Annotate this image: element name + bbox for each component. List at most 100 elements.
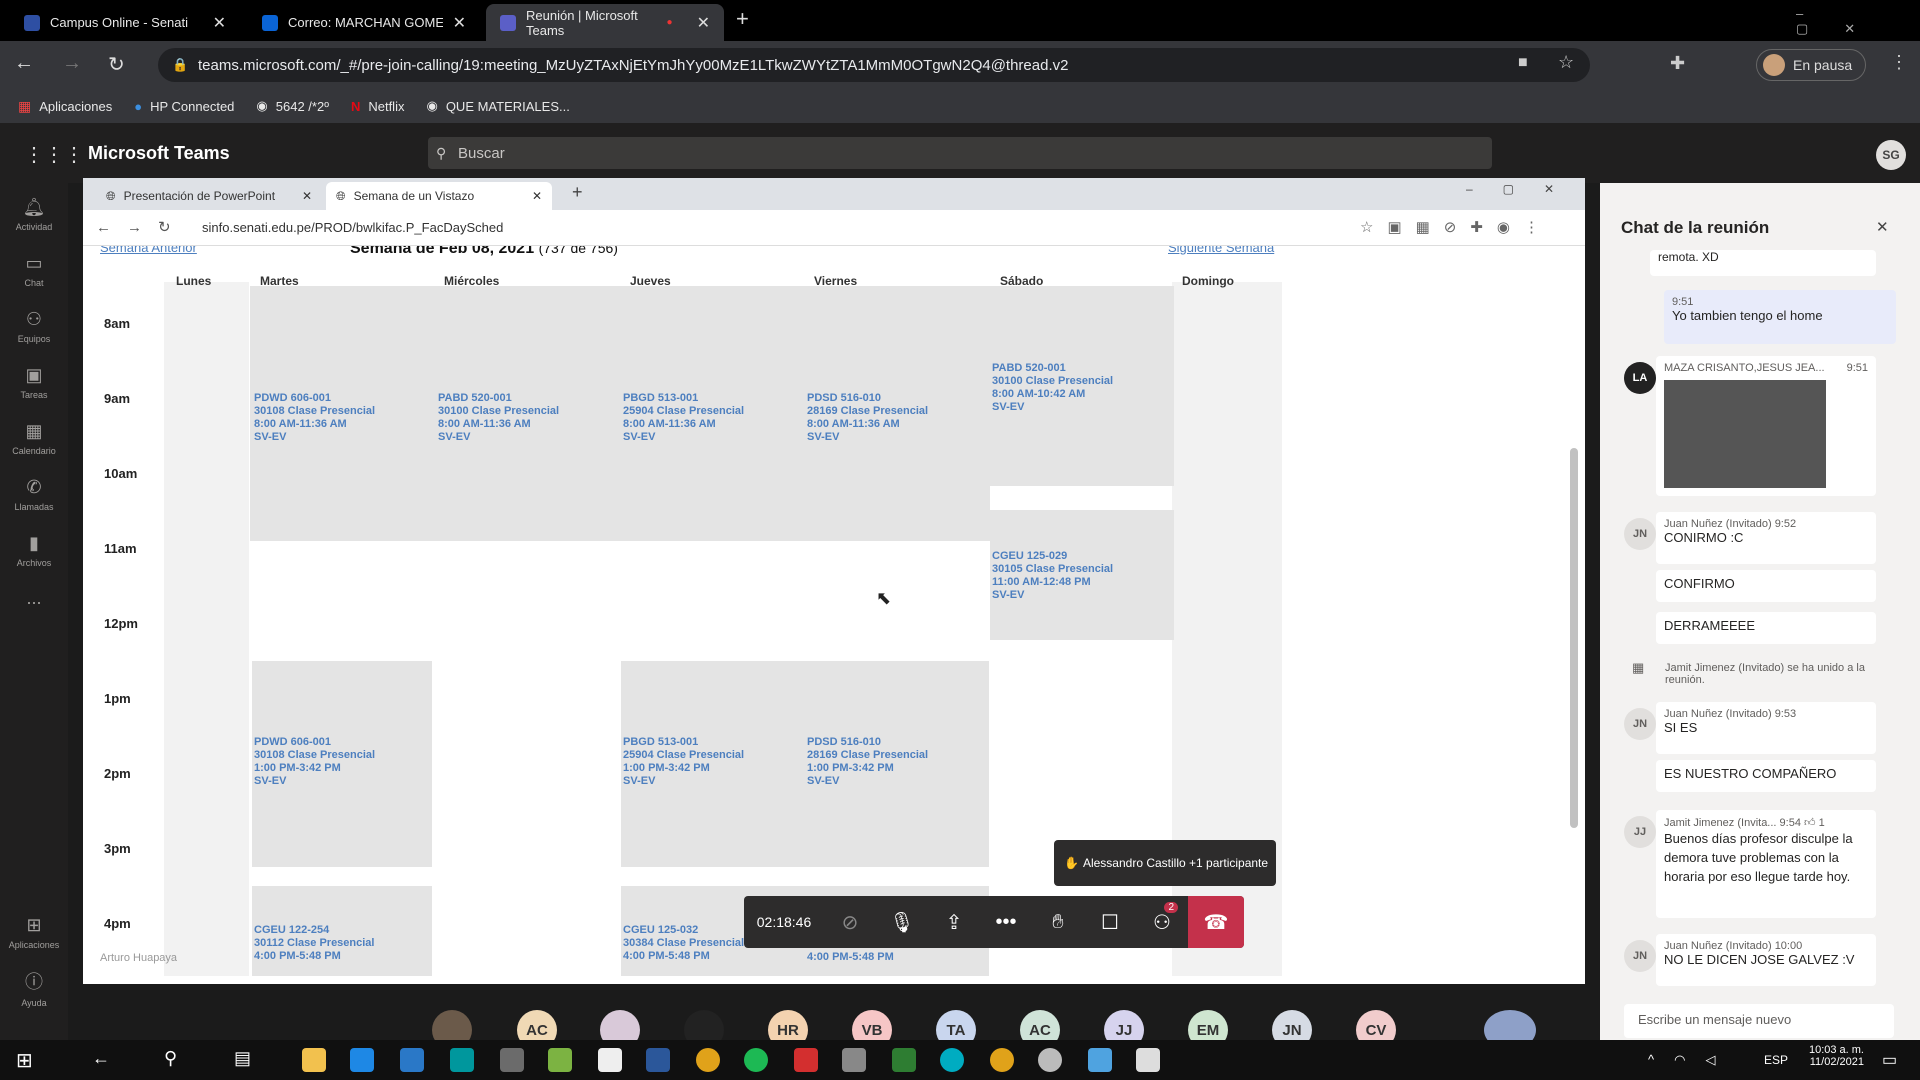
profile-button[interactable]: En pausa xyxy=(1756,49,1866,81)
class-entry[interactable]: CGEU 122-254 30112 Clase Presencial 4:00… xyxy=(254,924,374,963)
shared-tab-powerpoint[interactable]: 🌐︎ Presentación de PowerPoint ✕ xyxy=(96,182,322,210)
shared-image[interactable] xyxy=(1664,380,1826,488)
close-icon[interactable]: ✕ xyxy=(213,13,226,33)
acrobat-icon[interactable] xyxy=(794,1048,818,1072)
window-controls[interactable]: –▢✕ xyxy=(1796,6,1920,37)
class-entry[interactable]: PABD 520-001 30100 Clase Presencial 8:00… xyxy=(992,362,1113,414)
camera-off-button[interactable]: ⊘ xyxy=(824,896,876,948)
rail-calls[interactable]: ✆ Llamadas xyxy=(0,466,68,522)
app-icon[interactable] xyxy=(548,1048,572,1072)
class-entry[interactable]: PABD 520-001 30100 Clase Presencial 8:00… xyxy=(438,392,559,444)
user-avatar[interactable]: SG xyxy=(1876,140,1906,170)
class-entry[interactable]: PDSD 516-010 28169 Clase Presencial 1:00… xyxy=(807,736,928,788)
close-icon[interactable]: ✕ xyxy=(453,13,466,33)
rail-apps[interactable]: ⊞ Aplicaciones xyxy=(0,904,68,960)
more-actions-button[interactable]: ••• xyxy=(980,896,1032,948)
rail-teams[interactable]: ⚇ Equipos xyxy=(0,298,68,354)
search-icon: ⚲ xyxy=(436,144,447,161)
app-icon[interactable] xyxy=(940,1048,964,1072)
app-icon[interactable] xyxy=(1136,1048,1160,1072)
share-screen-button[interactable]: ⇪ xyxy=(928,896,980,948)
close-icon[interactable]: ✕ xyxy=(532,189,542,203)
chat-toggle-button[interactable]: ☐ xyxy=(1084,896,1136,948)
document-icon[interactable] xyxy=(598,1048,622,1072)
app-icon[interactable] xyxy=(500,1048,524,1072)
shared-window-controls[interactable]: –▢✕ xyxy=(1466,182,1584,196)
browser-tab-mail[interactable]: Correo: MARCHAN GOMEZ,SE✕ xyxy=(248,4,480,41)
close-icon[interactable]: ✕ xyxy=(302,189,312,203)
file-explorer-icon[interactable] xyxy=(302,1048,326,1072)
new-tab-button[interactable]: + xyxy=(736,6,749,32)
settings-icon[interactable] xyxy=(1038,1048,1062,1072)
monday-column xyxy=(164,282,249,976)
address-bar[interactable]: 🔒 teams.microsoft.com/_#/pre-join-calling… xyxy=(158,48,1590,82)
close-icon[interactable]: ✕ xyxy=(697,13,710,33)
hang-up-button[interactable]: ☎ xyxy=(1188,896,1244,948)
shared-url[interactable]: sinfo.senati.edu.pe/PROD/bwlkifac.P_FacD… xyxy=(202,220,503,235)
app-launcher-icon[interactable]: ⋮⋮⋮ xyxy=(24,142,84,167)
notifications-icon[interactable]: ▭ xyxy=(1882,1050,1897,1070)
task-view-icon[interactable]: ▤ xyxy=(234,1048,251,1069)
bookmark-materiales[interactable]: ◉ QUE MATERIALES... xyxy=(426,98,569,114)
extensions-icon[interactable]: ✚ xyxy=(1670,53,1685,74)
rail-chat[interactable]: ▭ Chat xyxy=(0,242,68,298)
close-chat-icon[interactable]: ✕ xyxy=(1876,218,1889,236)
bell-icon: 🔔︎ xyxy=(22,196,46,217)
rail-tasks[interactable]: ▣ Tareas xyxy=(0,354,68,410)
shared-new-tab[interactable]: + xyxy=(572,182,583,203)
vscode-icon[interactable] xyxy=(400,1048,424,1072)
class-entry[interactable]: PDSD 516-010 28169 Clase Presencial 8:00… xyxy=(807,392,928,444)
windows-start-icon[interactable]: ⊞ xyxy=(16,1048,33,1073)
chrome-icon[interactable] xyxy=(696,1048,720,1072)
back-icon[interactable]: ← xyxy=(92,1048,110,1069)
arduino-icon[interactable] xyxy=(450,1048,474,1072)
camera-blocked-icon[interactable]: ■ xyxy=(1518,54,1528,72)
next-week-link[interactable]: Siguiente Semana xyxy=(1168,246,1274,255)
briefcase-icon: ▣ xyxy=(25,364,43,385)
rail-activity[interactable]: 🔔︎ Actividad xyxy=(0,186,68,242)
class-entry[interactable]: 4:00 PM-5:48 PM xyxy=(807,951,894,964)
mic-off-button[interactable]: 🎙︎ xyxy=(876,896,928,948)
app-icon[interactable] xyxy=(1088,1048,1112,1072)
app-icon[interactable] xyxy=(842,1048,866,1072)
raised-hand-notice[interactable]: ✋ Alessandro Castillo +1 participante xyxy=(1054,840,1276,886)
search-icon[interactable]: ⚲ xyxy=(164,1048,177,1069)
app-icon[interactable] xyxy=(892,1048,916,1072)
language-indicator[interactable]: ESP xyxy=(1764,1053,1788,1067)
prev-week-link[interactable]: Semana Anterior xyxy=(100,246,197,255)
word-icon[interactable] xyxy=(646,1048,670,1072)
shared-tab-schedule[interactable]: 🌐︎ Semana de un Vistazo ✕ xyxy=(326,182,552,210)
bookmark-5642[interactable]: ◉ 5642 /*2º xyxy=(256,98,329,114)
participants-button[interactable]: ⚇ 2 xyxy=(1136,896,1188,948)
bookmark-hp[interactable]: ● HP Connected xyxy=(134,99,234,114)
chat-compose-input[interactable]: Escribe un mensaje nuevo xyxy=(1624,1004,1894,1038)
shared-scrollbar[interactable] xyxy=(1570,448,1578,828)
bookmark-netflix[interactable]: N Netflix xyxy=(351,99,405,114)
class-entry[interactable]: PBGD 513-001 25904 Clase Presencial 1:00… xyxy=(623,736,744,788)
recording-dot-icon: ● xyxy=(666,17,673,28)
clock[interactable]: 10:03 a. m. 11/02/2021 xyxy=(1802,1044,1864,1068)
browser-tab-teams[interactable]: Reunión | Microsoft Teams ● ✕ xyxy=(486,4,724,41)
class-entry[interactable]: PDWD 606-001 30108 Clase Presencial 1:00… xyxy=(254,736,375,788)
browser-tab-campus[interactable]: Campus Online - Senati ✕ xyxy=(10,4,240,41)
forward-icon[interactable]: → xyxy=(62,52,82,75)
chrome-icon[interactable] xyxy=(990,1048,1014,1072)
spotify-icon[interactable] xyxy=(744,1048,768,1072)
edge-icon[interactable] xyxy=(350,1048,374,1072)
bookmark-apps[interactable]: ▦ Aplicaciones xyxy=(18,98,112,115)
tray-icons[interactable]: ^◠◁ xyxy=(1648,1052,1735,1068)
reload-icon[interactable]: ↻ xyxy=(108,52,125,77)
class-entry[interactable]: PBGD 513-001 25904 Clase Presencial 8:00… xyxy=(623,392,744,444)
class-entry[interactable]: PDWD 606-001 30108 Clase Presencial 8:00… xyxy=(254,392,375,444)
rail-calendar[interactable]: ▦ Calendario xyxy=(0,410,68,466)
bookmark-star-icon[interactable]: ☆ xyxy=(1558,52,1574,73)
class-entry[interactable]: CGEU 125-029 30105 Clase Presencial 11:0… xyxy=(992,550,1113,602)
shared-nav-icons[interactable]: ←→↻ xyxy=(96,218,187,236)
class-entry[interactable]: CGEU 125-032 30384 Clase Presencial 4:00… xyxy=(623,924,744,963)
back-icon[interactable]: ← xyxy=(14,52,34,75)
menu-icon[interactable]: ⋮ xyxy=(1890,52,1908,73)
search-input[interactable]: ⚲ Buscar xyxy=(428,137,1492,169)
raise-hand-button[interactable]: ✋︎ xyxy=(1032,896,1084,948)
rail-more[interactable]: ... xyxy=(0,570,68,626)
rail-help[interactable]: ⓘ Ayuda xyxy=(0,960,68,1016)
